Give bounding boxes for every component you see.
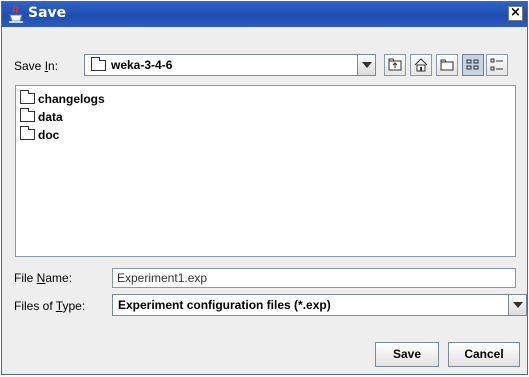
- file-type-label: Files of Type:: [14, 299, 86, 313]
- up-one-level-button[interactable]: [384, 54, 406, 76]
- file-type-dropdown[interactable]: Experiment configuration files (*.exp): [112, 294, 527, 316]
- list-item[interactable]: doc: [20, 126, 59, 144]
- list-item[interactable]: changelogs: [20, 90, 105, 108]
- list-item[interactable]: data: [20, 108, 63, 126]
- new-folder-button[interactable]: [436, 54, 458, 76]
- up-one-level-icon: [388, 58, 402, 71]
- save-button[interactable]: Save: [375, 342, 439, 367]
- dialog-title: Save: [28, 5, 67, 21]
- home-icon: [414, 58, 428, 72]
- details-view-icon: [490, 58, 503, 71]
- chevron-down-icon[interactable]: [508, 295, 526, 315]
- list-view-button[interactable]: [462, 54, 484, 76]
- list-view-icon: [466, 59, 479, 70]
- folder-icon: [20, 108, 35, 123]
- file-name-input[interactable]: Experiment1.exp: [112, 268, 516, 288]
- file-list[interactable]: changelogs data doc: [15, 85, 516, 257]
- home-button[interactable]: [410, 54, 432, 76]
- close-button[interactable]: ×: [508, 6, 523, 21]
- details-view-button[interactable]: [486, 54, 508, 76]
- cancel-button[interactable]: Cancel: [448, 342, 520, 367]
- folder-icon: [20, 90, 35, 105]
- save-in-label: Save In:: [14, 59, 59, 73]
- file-name-label: File Name:: [14, 271, 73, 285]
- file-type-value: Experiment configuration files (*.exp): [118, 298, 331, 312]
- title-bar[interactable]: Save ×: [2, 2, 527, 27]
- chevron-down-icon[interactable]: [357, 55, 375, 75]
- save-dialog: Save × Save In: weka-3-4-6 changelogs da…: [1, 1, 528, 375]
- new-folder-icon: [440, 59, 454, 71]
- save-in-value: weka-3-4-6: [111, 58, 173, 72]
- folder-icon: [20, 126, 35, 141]
- folder-icon: [91, 57, 106, 71]
- save-in-dropdown[interactable]: weka-3-4-6: [84, 54, 376, 76]
- java-coffee-icon: [9, 5, 23, 23]
